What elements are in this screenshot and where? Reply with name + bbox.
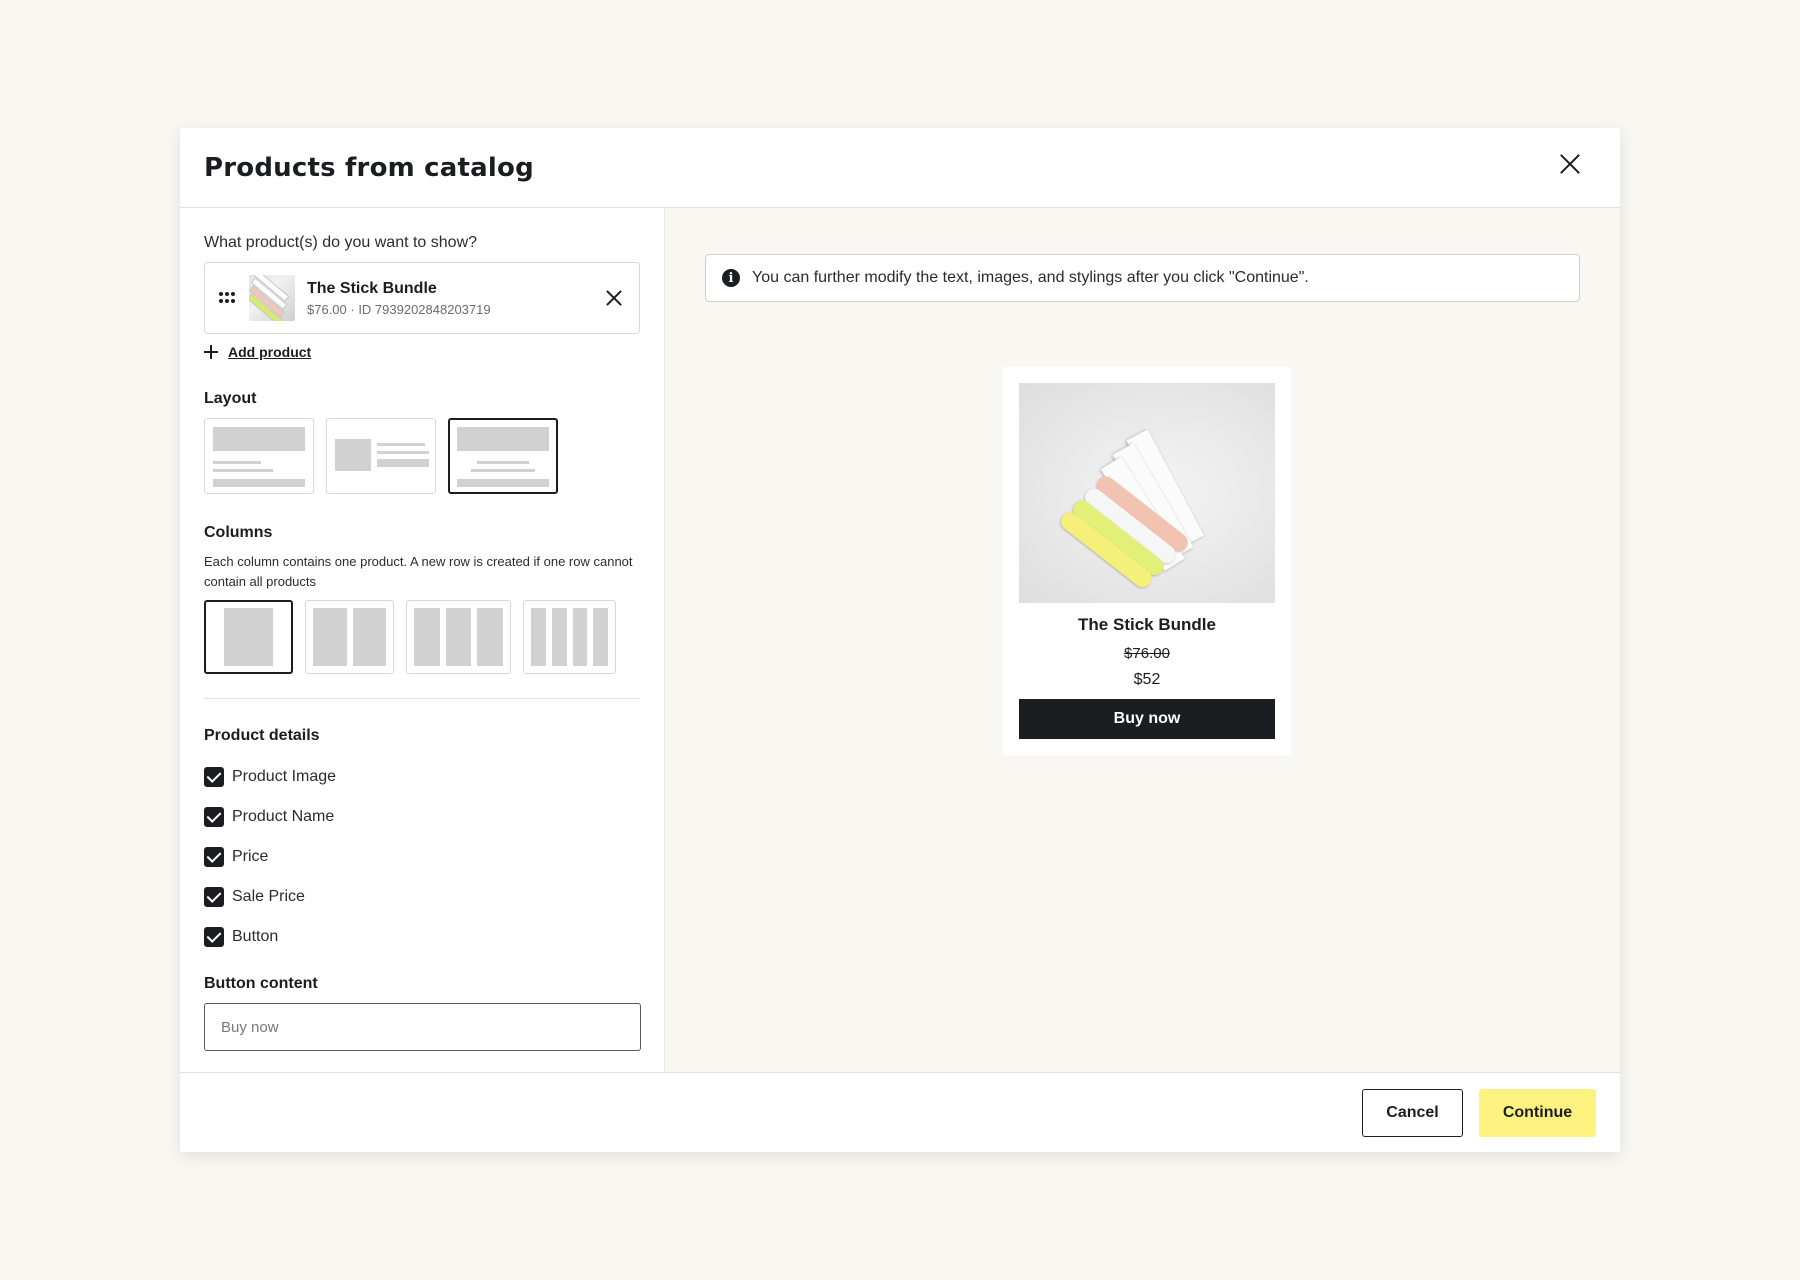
modal-footer: Cancel Continue [180, 1072, 1620, 1152]
continue-button[interactable]: Continue [1479, 1088, 1596, 1137]
product-image [1019, 383, 1275, 603]
checkbox-price[interactable]: Price [204, 837, 640, 877]
info-text: You can further modify the text, images,… [752, 269, 1309, 286]
checkbox-label: Product Image [232, 768, 337, 785]
columns-description: Each column contains one product. A new … [204, 554, 633, 589]
checkbox-checked-icon[interactable] [204, 887, 224, 907]
modal-header: Products from catalog [180, 128, 1620, 208]
preview-buy-now-button[interactable]: Buy now [1019, 699, 1275, 739]
add-product-label: Add product [228, 344, 312, 360]
checkbox-sale-price[interactable]: Sale Price [204, 877, 640, 917]
column-options [204, 600, 640, 674]
checkbox-checked-icon[interactable] [204, 767, 224, 787]
product-info: The Stick Bundle $76.00 · ID 79392028482… [307, 280, 603, 317]
modal-title: Products from catalog [204, 152, 534, 183]
info-banner: i You can further modify the text, image… [705, 254, 1580, 302]
plus-icon [204, 345, 218, 359]
close-icon[interactable] [1556, 150, 1584, 178]
modal-body: What product(s) do you want to show? The… [180, 208, 1620, 1072]
checkbox-product-image[interactable]: Product Image [204, 757, 640, 797]
product-question-label: What product(s) do you want to show? [204, 234, 478, 251]
layout-option-image-left[interactable] [326, 418, 436, 494]
checkbox-label: Price [232, 848, 269, 865]
checkbox-checked-icon[interactable] [204, 807, 224, 827]
button-content-input[interactable] [204, 1003, 641, 1051]
preview-panel: i You can further modify the text, image… [665, 208, 1620, 1072]
layout-options [204, 418, 640, 494]
layout-title: Layout [204, 390, 257, 407]
product-thumbnail [249, 275, 295, 321]
checkbox-button[interactable]: Button [204, 917, 640, 957]
remove-product-icon[interactable] [603, 287, 625, 309]
columns-option-3[interactable] [406, 600, 511, 674]
products-from-catalog-modal: Products from catalog What product(s) do… [180, 128, 1620, 1152]
checkbox-product-name[interactable]: Product Name [204, 797, 640, 837]
layout-option-image-top-centered[interactable] [448, 418, 558, 494]
add-product-link[interactable]: Add product [204, 344, 640, 360]
divider [204, 698, 640, 699]
button-content-title: Button content [204, 975, 318, 992]
product-details-list: Product Image Product Name Price Sale Pr… [204, 757, 640, 957]
product-preview-card: The Stick Bundle $76.00 $52 Buy now [1003, 367, 1291, 755]
info-icon: i [722, 269, 740, 287]
drag-handle-icon[interactable] [219, 292, 235, 304]
cancel-button[interactable]: Cancel [1362, 1088, 1463, 1137]
preview-original-price: $76.00 [1124, 645, 1170, 662]
checkbox-label: Button [232, 928, 279, 945]
checkbox-checked-icon[interactable] [204, 847, 224, 867]
columns-option-1[interactable] [204, 600, 293, 674]
preview-sale-price: $52 [1133, 671, 1161, 688]
preview-product-name: The Stick Bundle [1078, 615, 1216, 634]
columns-option-4[interactable] [523, 600, 616, 674]
settings-panel: What product(s) do you want to show? The… [180, 208, 665, 1072]
product-details-title: Product details [204, 727, 320, 744]
product-name: The Stick Bundle [307, 279, 437, 297]
layout-option-image-top[interactable] [204, 418, 314, 494]
selected-product-card[interactable]: The Stick Bundle $76.00 · ID 79392028482… [204, 262, 640, 334]
product-meta: $76.00 · ID 7939202848203719 [307, 301, 491, 317]
checkbox-label: Product Name [232, 808, 335, 825]
checkbox-checked-icon[interactable] [204, 927, 224, 947]
checkbox-label: Sale Price [232, 888, 305, 905]
columns-option-2[interactable] [305, 600, 394, 674]
columns-title: Columns [204, 524, 273, 541]
